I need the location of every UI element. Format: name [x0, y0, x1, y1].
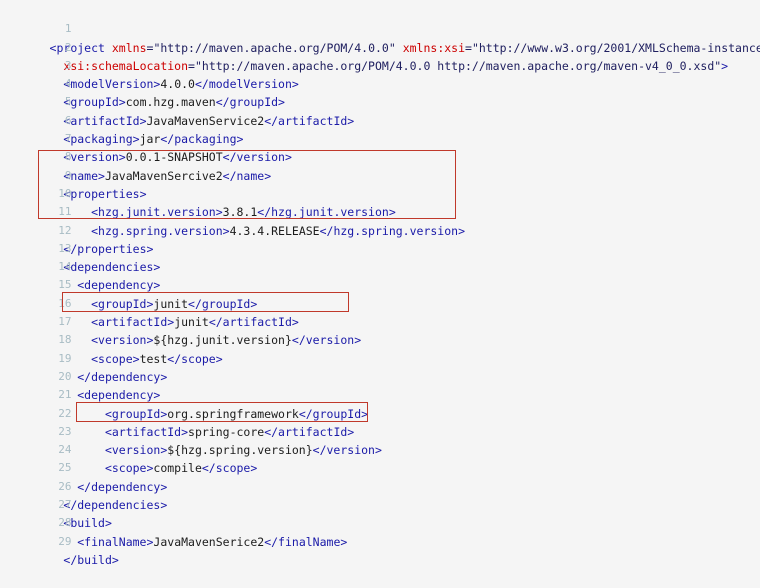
code-line[interactable]: 10 <hzg.junit.version>3.8.1</hzg.junit.v… — [0, 167, 760, 219]
xml-code-viewer[interactable]: 1 <project xmlns="http://maven.apache.or… — [0, 0, 760, 567]
code-line[interactable]: 21 <groupId>org.springframework</groupId… — [0, 368, 760, 420]
code-line[interactable]: 23 <version>${hzg.spring.version}</versi… — [0, 405, 760, 457]
code-line[interactable]: 25 </dependency> — [0, 441, 760, 493]
code-line-content[interactable]: </build> — [42, 551, 118, 569]
code-line[interactable]: 26 </dependencies> — [0, 459, 760, 512]
code-line[interactable]: 4 <groupId>com.hzg.maven</groupId> — [0, 57, 760, 109]
code-line[interactable]: 24 <scope>compile</scope> — [0, 423, 760, 475]
code-line[interactable]: 29 </build> — [0, 514, 760, 567]
code-line[interactable]: 8 <name>JavaMavenSercive2</name> — [0, 130, 760, 182]
code-line-content[interactable]: <finalName>JavaMavenSerice2</finalName> — [42, 533, 347, 551]
code-line[interactable]: 7 <version>0.0.1-SNAPSHOT</version> — [0, 112, 760, 164]
code-line[interactable]: 18 <scope>test</scope> — [0, 313, 760, 365]
code-line[interactable]: 2 xsi:schemaLocation="http://maven.apach… — [0, 20, 760, 73]
code-line[interactable]: 11 <hzg.spring.version>4.3.4.RELEASE</hz… — [0, 185, 760, 237]
code-line[interactable]: 22 <artifactId>spring-core</artifactId> — [0, 386, 760, 439]
code-line[interactable]: 20 <dependency> — [0, 350, 760, 402]
code-line[interactable]: 6 <packaging>jar</packaging> — [0, 93, 760, 146]
code-line[interactable]: 28 <finalName>JavaMavenSerice2</finalNam… — [0, 496, 760, 548]
code-line[interactable]: 19 </dependency> — [0, 331, 760, 384]
code-line[interactable]: 14 <dependency> — [0, 240, 760, 292]
code-line[interactable]: 1 <project xmlns="http://maven.apache.or… — [0, 2, 760, 54]
code-line[interactable]: 16 <artifactId>junit</artifactId> — [0, 276, 760, 329]
line-number: 29 — [58, 534, 72, 548]
code-line[interactable]: 13 <dependencies> — [0, 222, 760, 274]
code-line[interactable]: 3 <modelVersion>4.0.0</modelVersion> — [0, 39, 760, 91]
code-line[interactable]: 5 <artifactId>JavaMavenService2</artifac… — [0, 75, 760, 127]
code-line[interactable]: 15 <groupId>junit</groupId> — [0, 258, 760, 310]
code-line[interactable]: 27 <build> — [0, 478, 760, 530]
code-line[interactable]: 12 </properties> — [0, 203, 760, 256]
code-line-list: 1 <project xmlns="http://maven.apache.or… — [0, 2, 760, 567]
code-line[interactable]: 9 <properties> — [0, 148, 760, 201]
code-line[interactable]: 17 <version>${hzg.junit.version}</versio… — [0, 295, 760, 347]
